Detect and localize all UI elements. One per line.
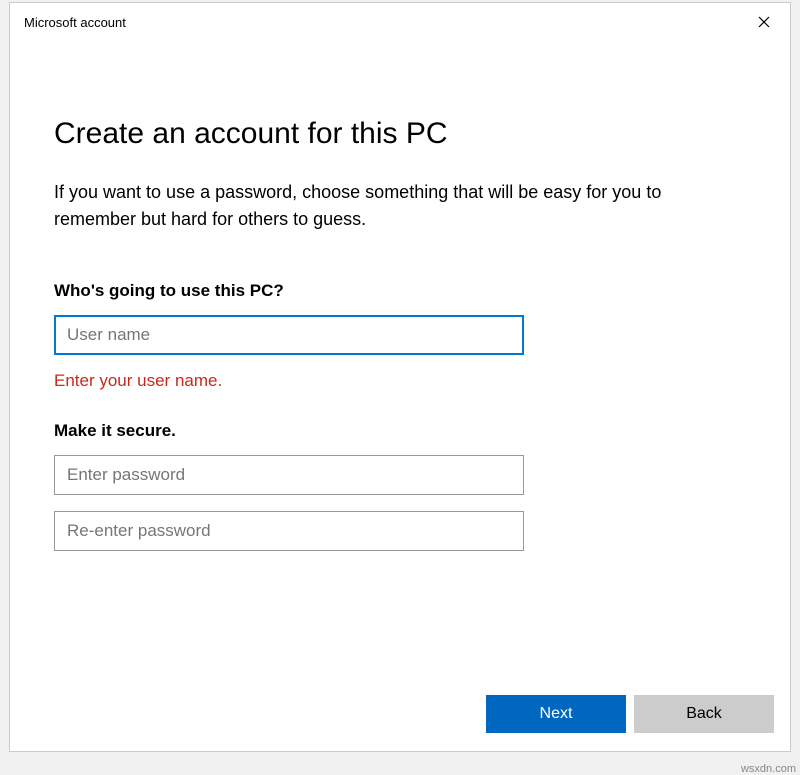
titlebar: Microsoft account xyxy=(10,3,790,37)
password-input-wrapper xyxy=(54,455,746,495)
confirm-password-input[interactable] xyxy=(54,511,524,551)
page-heading: Create an account for this PC xyxy=(54,117,746,151)
back-button[interactable]: Back xyxy=(634,695,774,733)
dialog-footer: Next Back xyxy=(486,695,774,733)
main-content: Create an account for this PC If you wan… xyxy=(10,37,790,551)
username-input-wrapper xyxy=(54,315,746,355)
next-button[interactable]: Next xyxy=(486,695,626,733)
confirm-password-input-wrapper xyxy=(54,511,746,551)
watermark: wsxdn.com xyxy=(741,763,796,775)
password-input[interactable] xyxy=(54,455,524,495)
close-icon xyxy=(758,16,770,28)
page-description: If you want to use a password, choose so… xyxy=(54,179,746,233)
username-error: Enter your user name. xyxy=(54,371,746,391)
window-title: Microsoft account xyxy=(24,15,126,30)
username-input[interactable] xyxy=(54,315,524,355)
close-button[interactable] xyxy=(750,8,778,36)
username-label: Who's going to use this PC? xyxy=(54,281,746,301)
account-dialog: Microsoft account Create an account for … xyxy=(9,2,791,752)
password-label: Make it secure. xyxy=(54,421,746,441)
